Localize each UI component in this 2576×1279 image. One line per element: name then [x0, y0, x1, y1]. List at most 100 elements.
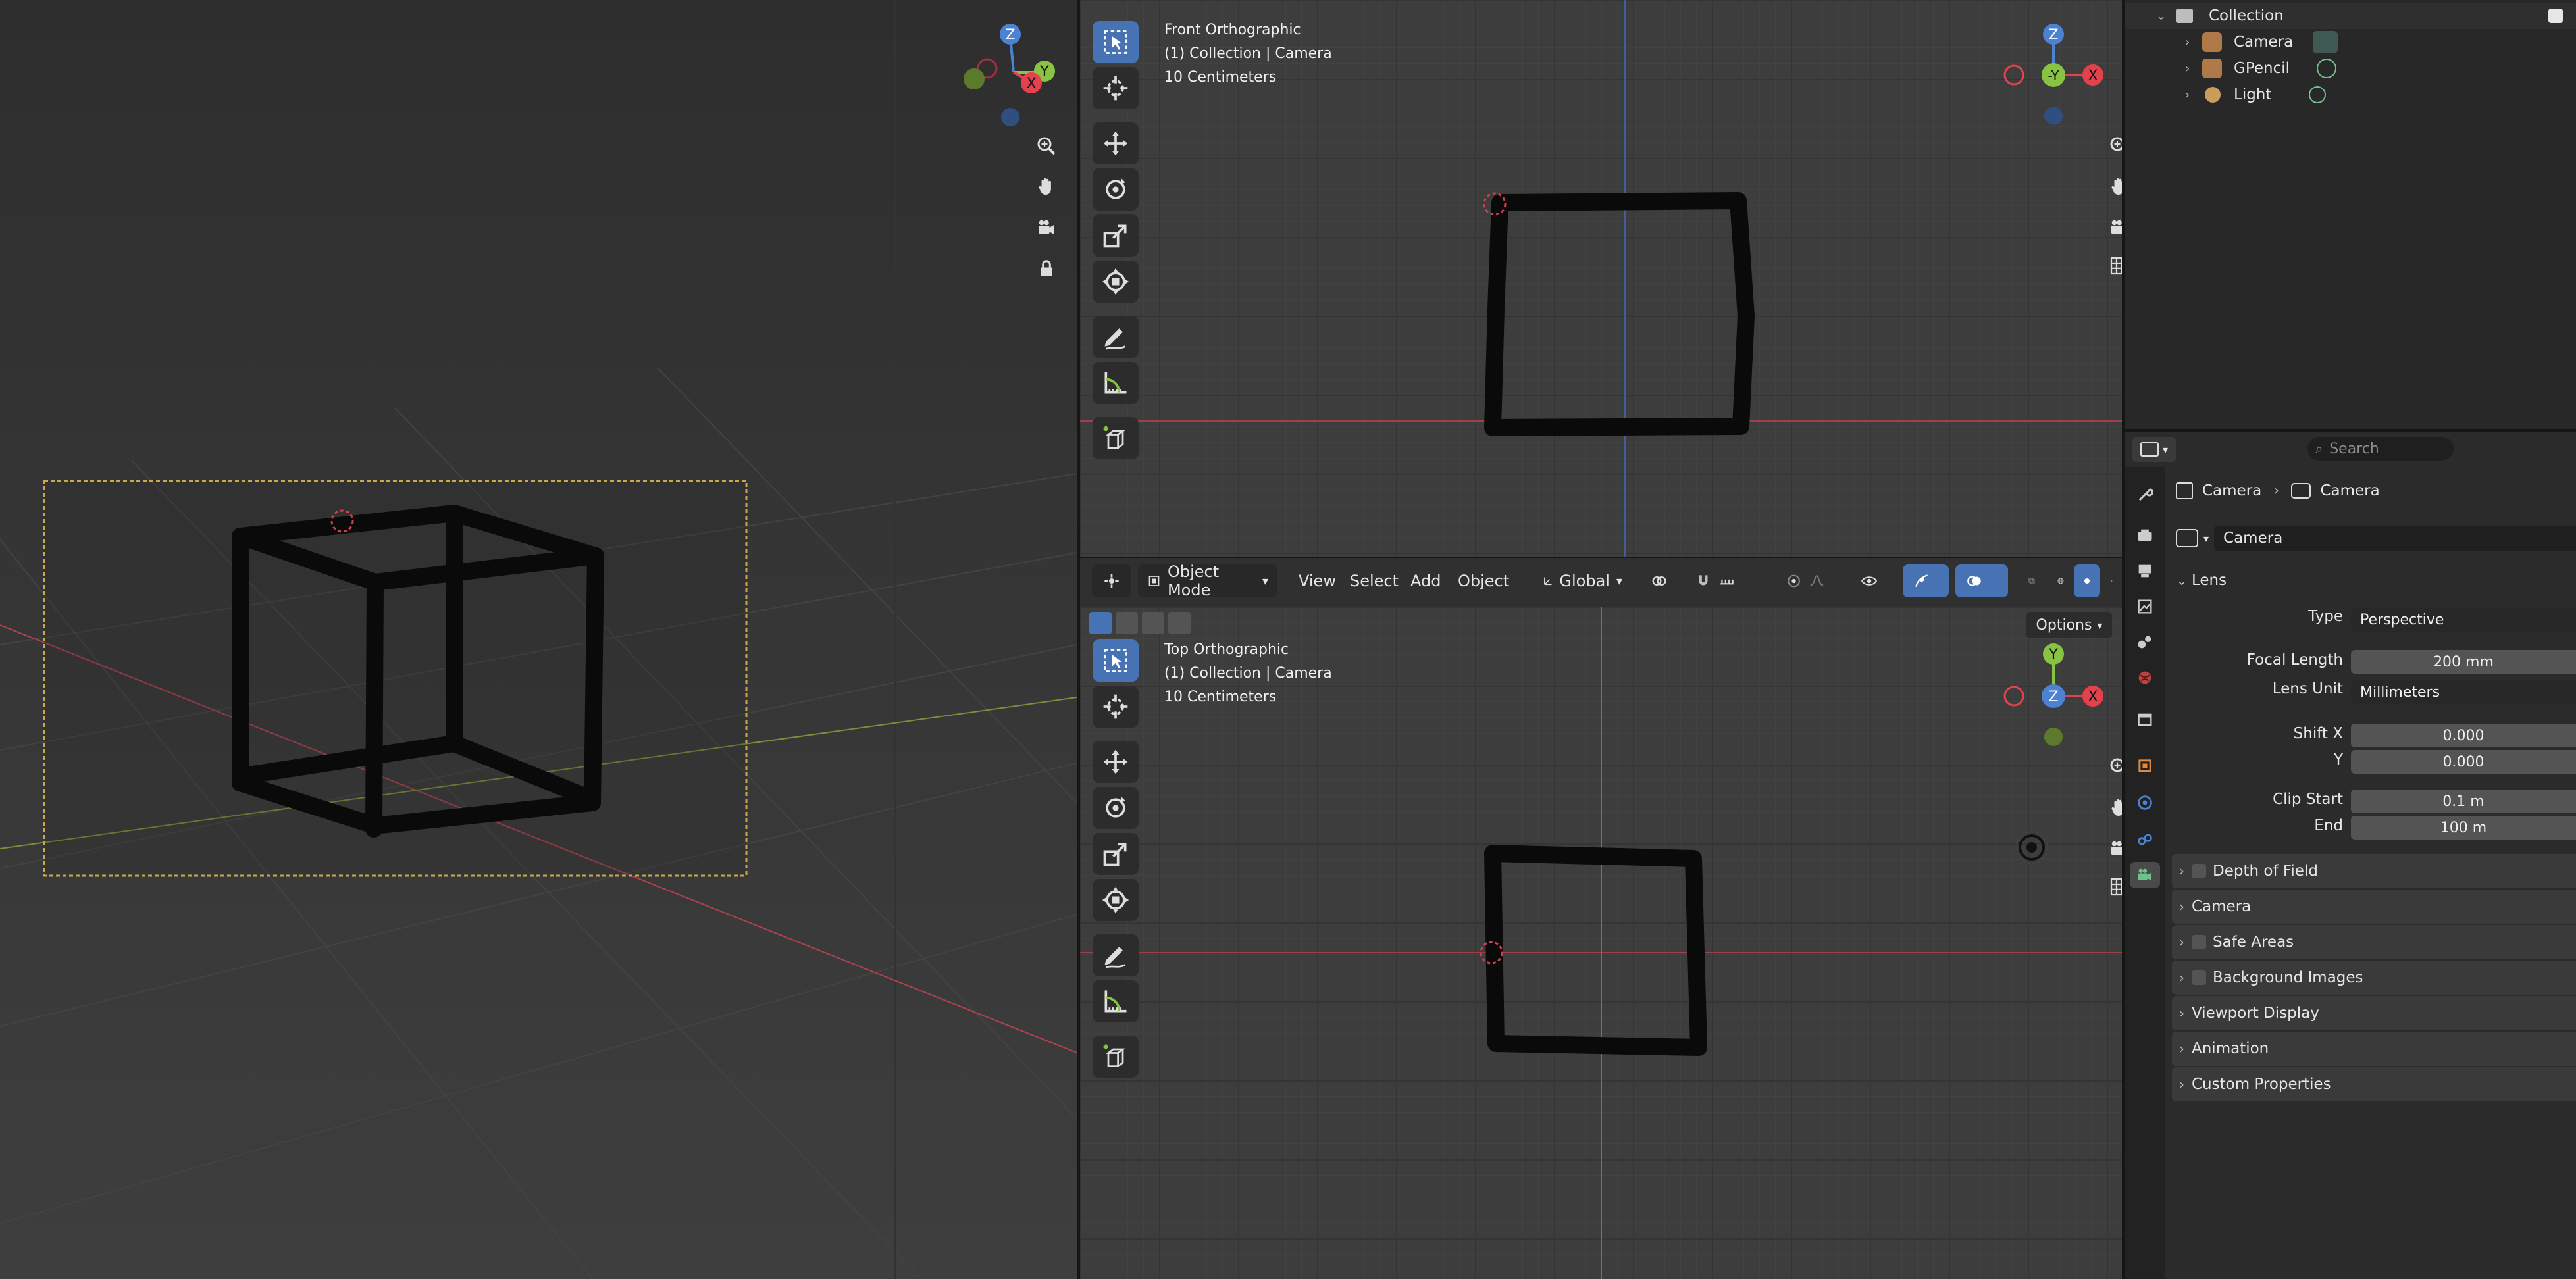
menu-add[interactable]: Add [1410, 564, 1441, 597]
lens-type-dropdown[interactable]: Perspective [2351, 608, 2576, 632]
mode-select[interactable]: Object Mode ▾ [1138, 563, 1277, 599]
camera-data-tab-icon[interactable] [2130, 862, 2160, 888]
viewport-info: Front Orthographic (1) Collection | Came… [1164, 18, 1332, 89]
rotate-tool[interactable] [1093, 168, 1139, 211]
panel-safe-areas[interactable]: › Safe Areas [2172, 925, 2576, 959]
panel-lens-header[interactable]: ⌄ Lens [2172, 563, 2576, 597]
pan-hand-icon[interactable] [1031, 171, 1062, 203]
checkbox-icon[interactable] [2548, 9, 2563, 23]
overlays-toggle-icon[interactable] [1955, 564, 2008, 597]
camera-data-icon[interactable] [2313, 31, 2338, 53]
view-layer-tab-icon[interactable] [2132, 593, 2158, 620]
rotate-tool[interactable] [1093, 787, 1139, 829]
editor-type-button[interactable]: ▾ [2132, 437, 2176, 462]
select-box-tool[interactable] [1093, 640, 1139, 682]
constraints-tab-icon[interactable] [2132, 826, 2158, 853]
visibility-icon[interactable] [1850, 564, 1896, 597]
scale-tool[interactable] [1093, 214, 1139, 257]
scale-tool[interactable] [1093, 833, 1139, 875]
checkbox-icon[interactable] [2192, 864, 2206, 878]
shift-y-field[interactable]: 0.000 [2351, 750, 2576, 774]
shift-y-label: Y [2333, 751, 2343, 768]
front-orthographic-viewport[interactable]: Z X -Y Front Orthographic (1) Collection… [1080, 0, 2122, 558]
scene-tab-icon[interactable] [2132, 629, 2158, 655]
chevron-right-icon[interactable]: › [2185, 62, 2190, 76]
shift-x-field[interactable]: 0.000 [2351, 724, 2576, 747]
cursor-tool[interactable] [1093, 686, 1139, 728]
select-new-icon[interactable] [1089, 612, 1112, 634]
panel-animation[interactable]: › Animation [2172, 1032, 2576, 1066]
move-tool[interactable] [1093, 122, 1139, 164]
camera-perspective-viewport[interactable]: Z Y X [0, 0, 1077, 1279]
material-shading-icon[interactable] [2101, 564, 2122, 597]
outliner-item-light[interactable]: › Light [2125, 82, 2576, 108]
gizmo-toggle-icon[interactable] [1903, 564, 1949, 597]
options-dropdown[interactable]: Options ▾ [2026, 612, 2112, 638]
solid-shading-icon[interactable] [2074, 564, 2100, 597]
physics-tab-icon[interactable] [2132, 790, 2158, 816]
datablock-selector[interactable]: ▾ Camera [2176, 525, 2576, 551]
menu-view[interactable]: View [1299, 564, 1336, 597]
object-tab-icon[interactable] [2132, 753, 2158, 779]
add-cube-tool[interactable] [1093, 417, 1139, 459]
camera-view-icon[interactable] [1031, 212, 1062, 243]
svg-text:X: X [2088, 68, 2098, 84]
checkbox-icon[interactable] [2192, 970, 2206, 985]
panel-viewport-display[interactable]: › Viewport Display [2172, 996, 2576, 1030]
select-extend-icon[interactable] [1116, 612, 1138, 634]
tool-tab-icon[interactable] [2132, 482, 2158, 508]
clip-end-field[interactable]: 100 m [2351, 816, 2576, 840]
add-cube-tool[interactable] [1093, 1036, 1139, 1078]
clip-start-field[interactable]: 0.1 m [2351, 790, 2576, 813]
select-box-tool[interactable] [1093, 21, 1139, 63]
collection-tab-icon[interactable] [2132, 707, 2158, 733]
datablock-name-field[interactable]: Camera [2214, 526, 2576, 551]
measure-tool[interactable] [1093, 362, 1139, 404]
world-tab-icon[interactable] [2132, 665, 2158, 691]
cursor-tool[interactable] [1093, 67, 1139, 109]
chevron-right-icon[interactable]: › [2185, 36, 2190, 49]
navigation-gizmo[interactable]: Y X Z [2003, 643, 2103, 746]
outliner-item-camera[interactable]: › Camera [2125, 29, 2576, 55]
properties-search[interactable]: ⌕ Search [2307, 437, 2454, 461]
focal-length-field[interactable]: 200 mm [2351, 650, 2576, 674]
pivot-point-icon[interactable] [1641, 564, 1678, 597]
transform-orientation-select[interactable]: Global ▾ [1533, 564, 1632, 597]
measure-tool[interactable] [1093, 980, 1139, 1022]
panel-depth-of-field[interactable]: › Depth of Field [2172, 854, 2576, 888]
render-tab-icon[interactable] [2132, 522, 2158, 549]
select-subtract-icon[interactable] [1142, 612, 1164, 634]
outliner-collection-row[interactable]: ⌄ Collection [2125, 3, 2576, 29]
navigation-gizmo[interactable]: Z X -Y [2003, 24, 2103, 125]
panel-background-images[interactable]: › Background Images [2172, 961, 2576, 995]
panel-camera[interactable]: › Camera [2172, 890, 2576, 924]
transform-tool[interactable] [1093, 879, 1139, 921]
annotate-tool[interactable] [1093, 934, 1139, 976]
lock-icon[interactable] [1031, 253, 1062, 284]
proportional-editing-toggle[interactable] [1776, 564, 1836, 597]
panel-custom-properties[interactable]: › Custom Properties [2172, 1067, 2576, 1101]
snap-toggle[interactable] [1686, 564, 1771, 597]
xray-toggle-icon[interactable] [2019, 564, 2045, 597]
lens-unit-dropdown[interactable]: Millimeters [2351, 680, 2576, 704]
outliner-item-gpencil[interactable]: › GPencil [2125, 55, 2576, 82]
top-orthographic-viewport[interactable]: Y X Z Options ▾ Top Orthographic (1) Coll… [1080, 607, 2122, 1279]
chevron-down-icon[interactable]: ⌄ [2156, 9, 2166, 23]
menu-object[interactable]: Object [1458, 564, 1509, 597]
chevron-down-icon: ▾ [2097, 618, 2103, 632]
transform-tool[interactable] [1093, 261, 1139, 303]
light-data-icon[interactable] [2309, 86, 2326, 103]
gpencil-data-icon[interactable] [2317, 59, 2336, 78]
annotate-tool[interactable] [1093, 316, 1139, 358]
svg-text:Z: Z [2048, 27, 2058, 43]
chevron-right-icon[interactable]: › [2185, 88, 2190, 102]
wireframe-shading-icon[interactable] [2048, 564, 2074, 597]
menu-select[interactable]: Select [1350, 564, 1399, 597]
editor-type-icon[interactable] [1092, 564, 1131, 597]
zoom-icon[interactable] [1031, 130, 1062, 162]
move-tool[interactable] [1093, 741, 1139, 783]
select-intersect-icon[interactable] [1168, 612, 1191, 634]
light-object-icon[interactable] [2015, 831, 2048, 864]
checkbox-icon[interactable] [2192, 935, 2206, 949]
output-tab-icon[interactable] [2132, 558, 2158, 584]
